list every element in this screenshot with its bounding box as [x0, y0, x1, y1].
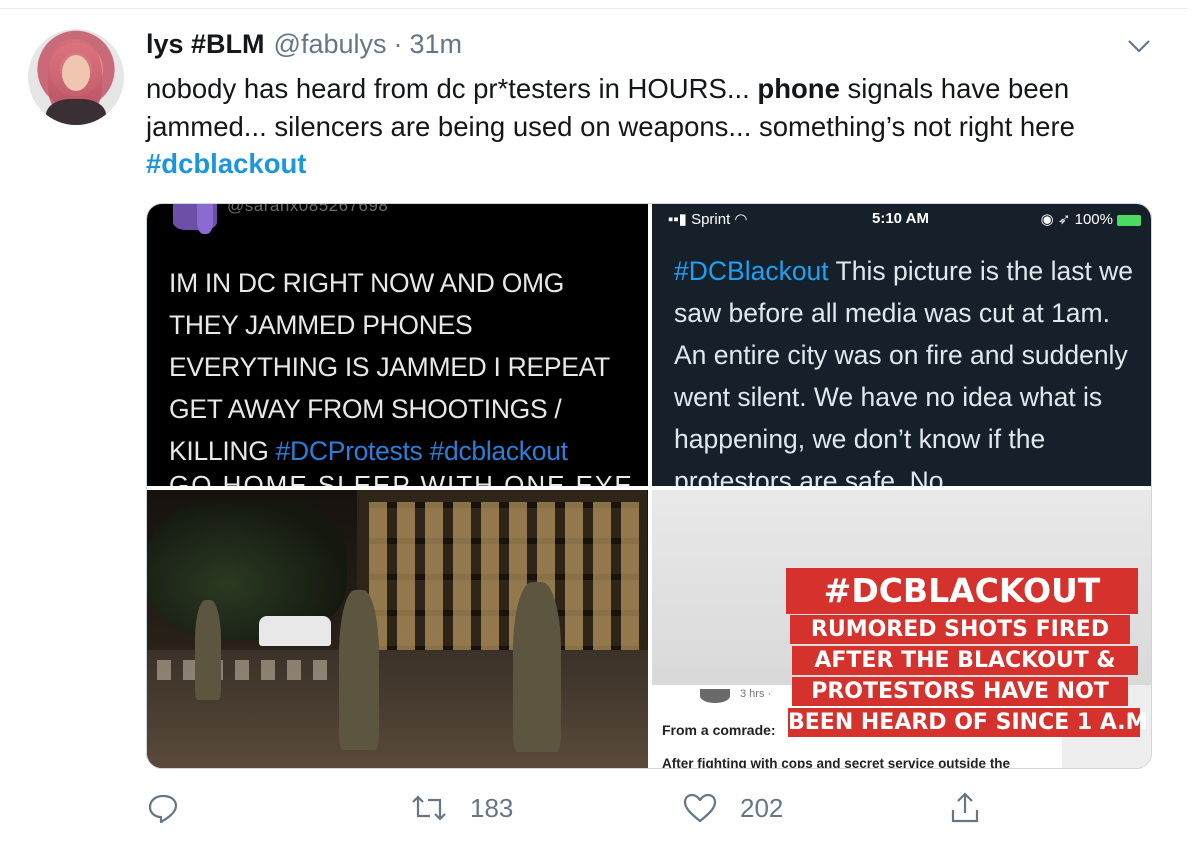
hashtag-link[interactable]: #dcblackout — [146, 148, 306, 179]
tweet[interactable]: lys #BLM @fabulys · 31m nobody has heard… — [0, 0, 1200, 844]
tweet-text-part1: nobody has heard from dc pr*testers in H… — [146, 73, 758, 104]
user-handle[interactable]: @fabulys — [274, 29, 387, 60]
display-name[interactable]: lys #BLM — [146, 29, 265, 60]
crosswalk — [157, 660, 337, 680]
screenshot-line: THEY JAMMED PHONES — [169, 310, 473, 340]
screenshot-cutoff-line: GO HOME SLEEP WITH ONE EYE — [169, 470, 634, 486]
divider — [0, 8, 1188, 9]
banner-line: BEEN HEARD OF SINCE 1 A.M — [788, 708, 1148, 737]
like-count: 202 — [740, 792, 784, 823]
phone-status-bar: ▪▪▮ Sprint ◠ 5:10 AM ◉ ➶ 100% — [652, 204, 1151, 232]
mini-avatar — [700, 689, 730, 703]
screenshot-line: KILLING #DCProtests #dcblackout — [169, 430, 639, 472]
officer-figure — [339, 590, 379, 750]
screenshot-text: #DCBlackout This picture is the last we … — [674, 250, 1144, 486]
share-icon — [948, 790, 982, 826]
banner-title: #DCBLACKOUT — [786, 568, 1138, 614]
post-body: After fighting with cops and secret serv… — [662, 756, 1011, 769]
carrier-label: ▪▪▮ Sprint ◠ — [668, 211, 748, 228]
post-time: 3 hrs · — [740, 688, 772, 700]
retweet-button[interactable]: 183 — [410, 786, 513, 830]
building-windows — [369, 502, 639, 652]
avatar-body — [46, 99, 106, 125]
tweet-actions: 183 202 — [0, 786, 1200, 830]
media-image-4[interactable]: 3 hrs · From a comrade: After fighting w… — [652, 490, 1151, 769]
banner-line: RUMORED SHOTS FIRED — [790, 615, 1130, 644]
share-button[interactable] — [948, 786, 982, 830]
banner-line: PROTESTORS HAVE NOT — [792, 677, 1128, 706]
media-image-3[interactable] — [147, 490, 648, 768]
battery-label: ◉ ➶ 100% — [1041, 210, 1141, 228]
screenshot-hashtags: #DCProtests #dcblackout — [275, 436, 568, 466]
police-car — [259, 616, 331, 646]
timestamp[interactable]: 31m — [410, 29, 463, 60]
heart-icon — [682, 791, 718, 825]
post-from-label: From a comrade: — [662, 722, 776, 738]
screenshot-line-prefix: KILLING — [169, 436, 276, 466]
battery-icon — [1117, 214, 1141, 226]
carrier-name: Sprint — [691, 211, 731, 228]
tweet-text-bold: phone — [757, 73, 840, 104]
banner-line: AFTER THE BLACKOUT & — [792, 646, 1138, 675]
screenshot-line: IM IN DC RIGHT NOW AND OMG — [169, 268, 565, 298]
screenshot-body: This picture is the last we saw before a… — [674, 256, 1134, 486]
screenshot-text: IM IN DC RIGHT NOW AND OMG THEY JAMMED P… — [169, 262, 639, 472]
reply-icon — [146, 791, 180, 825]
screenshot-line: EVERYTHING IS JAMMED I REPEAT — [169, 352, 610, 382]
screenshot-handle: @sarahx085267698 — [227, 204, 389, 215]
retweet-icon — [410, 791, 448, 825]
battery-percent: 100% — [1074, 211, 1113, 228]
media-image-1[interactable]: @sarahx085267698 IM IN DC RIGHT NOW AND … — [147, 204, 648, 486]
avatar-face — [62, 55, 90, 91]
tweet-text: nobody has heard from dc pr*testers in H… — [146, 70, 1156, 183]
screenshot-hashtag: #DCBlackout — [674, 256, 829, 286]
chevron-down-icon[interactable] — [1124, 34, 1154, 58]
status-clock: 5:10 AM — [872, 210, 929, 227]
media-grid: @sarahx085267698 IM IN DC RIGHT NOW AND … — [146, 203, 1152, 769]
media-image-2[interactable]: ▪▪▮ Sprint ◠ 5:10 AM ◉ ➶ 100% #DCBlackou… — [652, 204, 1151, 486]
retweet-count: 183 — [470, 792, 514, 823]
reply-button[interactable] — [146, 786, 180, 830]
screenshot-line: GET AWAY FROM SHOOTINGS / — [169, 394, 562, 424]
officer-figure — [513, 582, 561, 752]
purple-shape — [197, 204, 213, 234]
avatar[interactable] — [28, 29, 124, 125]
officer-figure — [195, 600, 221, 700]
like-button[interactable]: 202 — [682, 786, 783, 830]
separator: · — [393, 29, 403, 59]
tweet-header: lys #BLM @fabulys · 31m — [146, 29, 462, 65]
